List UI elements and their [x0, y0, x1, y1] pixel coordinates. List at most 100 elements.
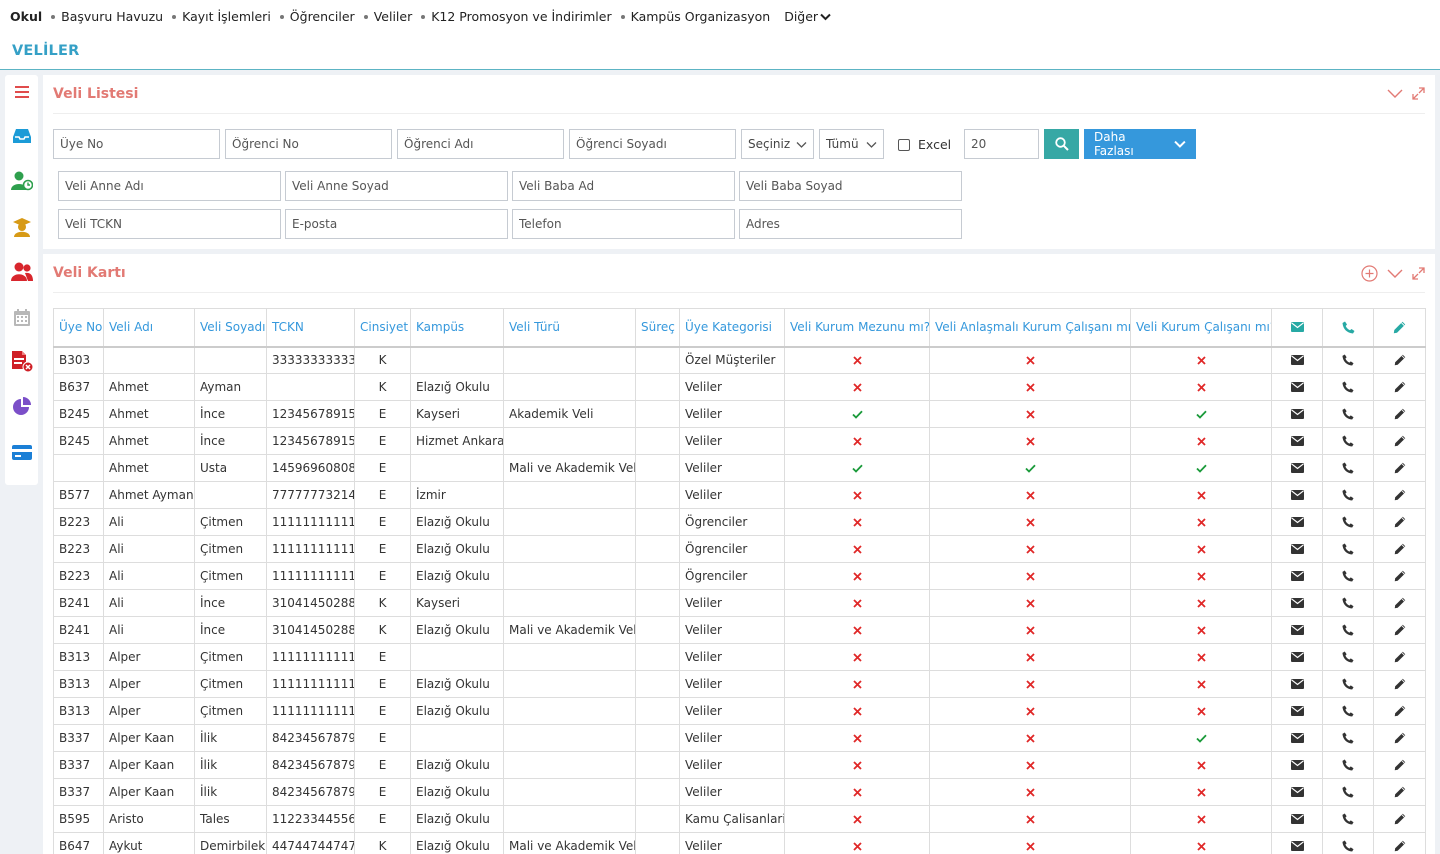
edit-action[interactable] [1373, 481, 1426, 509]
phone-action[interactable] [1322, 427, 1374, 455]
edit-action[interactable] [1373, 454, 1426, 482]
table-row[interactable]: B313 Alper Çitmen 11111111111 E Elazığ Okulu V… [53, 697, 1426, 725]
email-action[interactable] [1271, 832, 1323, 854]
pie-chart-icon[interactable] [5, 394, 38, 418]
phone-action[interactable] [1322, 346, 1374, 374]
phone-action[interactable] [1322, 400, 1374, 428]
page-size-input[interactable] [964, 129, 1039, 159]
edit-action[interactable] [1373, 427, 1426, 455]
fullscreen-icon[interactable] [1412, 267, 1425, 280]
card-icon[interactable] [5, 440, 38, 464]
email-action[interactable] [1271, 346, 1323, 374]
col-anlasmali-kurum[interactable]: Veli Anlaşmalı Kurum Çalışanı mı? [929, 308, 1131, 348]
phone-action[interactable] [1322, 454, 1374, 482]
col-uye-no[interactable]: Üye No [53, 308, 104, 348]
phone-action[interactable] [1322, 724, 1374, 752]
user-clock-icon[interactable] [5, 169, 38, 193]
col-uye-kategorisi[interactable]: Üye Kategorisi [679, 308, 785, 348]
table-row[interactable]: B313 Alper Çitmen 11111111111 E Veliler [53, 643, 1426, 671]
edit-action[interactable] [1373, 346, 1426, 374]
table-row[interactable]: B313 Alper Çitmen 11111111111 E Elazığ Okulu V… [53, 670, 1426, 698]
nav-item-k12[interactable]: K12 Promosyon ve İndirimler [431, 9, 611, 24]
phone-action[interactable] [1322, 832, 1374, 854]
table-row[interactable]: B223 Ali Çitmen 11111111111 E Elazığ Okulu Ögr… [53, 562, 1426, 590]
graduate-icon[interactable] [5, 215, 38, 239]
edit-action[interactable] [1373, 643, 1426, 671]
edit-action[interactable] [1373, 373, 1426, 401]
phone-action[interactable] [1322, 751, 1374, 779]
col-veli-soyadi[interactable]: Veli Soyadı [194, 308, 267, 348]
table-row[interactable]: B245 Ahmet İnce 12345678915 E Kayseri Akademik… [53, 400, 1426, 428]
email-action[interactable] [1271, 670, 1323, 698]
nav-item-kampus[interactable]: Kampüs Organizasyon [631, 9, 771, 24]
phone-action[interactable] [1322, 373, 1374, 401]
collapse-icon[interactable] [1387, 269, 1403, 279]
email-action[interactable] [1271, 373, 1323, 401]
email-action[interactable] [1271, 508, 1323, 536]
menu-icon[interactable] [5, 80, 38, 104]
phone-action[interactable] [1322, 508, 1374, 536]
phone-action[interactable] [1322, 643, 1374, 671]
table-row[interactable]: B577 Ahmet Ayman 77777773214 E İzmir Veliler [53, 481, 1426, 509]
add-circle-icon[interactable] [1361, 265, 1378, 282]
excel-checkbox[interactable]: Excel [898, 137, 951, 152]
col-cinsiyet[interactable]: Cinsiyet [354, 308, 411, 348]
nav-item-kayit[interactable]: Kayıt İşlemleri [182, 9, 271, 24]
edit-action[interactable] [1373, 832, 1426, 854]
edit-action[interactable] [1373, 508, 1426, 536]
table-row[interactable]: B647 Aykut Demirbilek 44744744747 K Elazığ Ok… [53, 832, 1426, 854]
col-kampus[interactable]: Kampüs [410, 308, 504, 348]
adres-input[interactable] [739, 209, 962, 239]
col-veli-turu[interactable]: Veli Türü [503, 308, 636, 348]
table-row[interactable]: B337 Alper Kaan İlik 84234567879 E Elazığ Oku… [53, 778, 1426, 806]
veli-baba-soyad-input[interactable] [739, 171, 962, 201]
ogrenci-soyadi-input[interactable] [569, 129, 736, 159]
inbox-icon[interactable] [5, 124, 38, 148]
ogrenci-adi-input[interactable] [397, 129, 564, 159]
table-row[interactable]: B245 Ahmet İnce 12345678915 E Hizmet Ankara Ve… [53, 427, 1426, 455]
phone-action[interactable] [1322, 535, 1374, 563]
more-filters-button[interactable]: Daha Fazlası [1084, 129, 1196, 159]
nav-brand[interactable]: Okul [10, 9, 42, 24]
veli-anne-adi-input[interactable] [58, 171, 281, 201]
table-row[interactable]: B223 Ali Çitmen 11111111111 E Elazığ Okulu Ögr… [53, 508, 1426, 536]
email-action[interactable] [1271, 427, 1323, 455]
edit-action[interactable] [1373, 400, 1426, 428]
phone-action[interactable] [1322, 778, 1374, 806]
uye-no-input[interactable] [53, 129, 220, 159]
table-row[interactable]: B595 Aristo Tales 11223344556 E Elazığ Okulu K… [53, 805, 1426, 833]
table-row[interactable]: B337 Alper Kaan İlik 84234567879 E Veliler [53, 724, 1426, 752]
email-action[interactable] [1271, 724, 1323, 752]
ogrenci-no-input[interactable] [225, 129, 392, 159]
nav-more-dropdown[interactable]: Diğer [784, 9, 831, 24]
edit-action[interactable] [1373, 562, 1426, 590]
table-row[interactable]: B241 Ali İnce 31041450288 K Elazığ Okulu Mali … [53, 616, 1426, 644]
edit-action[interactable] [1373, 670, 1426, 698]
veli-anne-soyad-input[interactable] [285, 171, 508, 201]
table-row[interactable]: B223 Ali Çitmen 11111111111 E Elazığ Okulu Ögr… [53, 535, 1426, 563]
veli-baba-ad-input[interactable] [512, 171, 735, 201]
email-action[interactable] [1271, 778, 1323, 806]
email-action[interactable] [1271, 589, 1323, 617]
email-action[interactable] [1271, 481, 1323, 509]
edit-action[interactable] [1373, 589, 1426, 617]
calendar-icon[interactable] [5, 305, 38, 329]
phone-action[interactable] [1322, 589, 1374, 617]
eposta-input[interactable] [285, 209, 508, 239]
phone-action[interactable] [1322, 616, 1374, 644]
email-action[interactable] [1271, 562, 1323, 590]
edit-action[interactable] [1373, 697, 1426, 725]
excel-checkbox-box[interactable] [898, 138, 910, 151]
email-action[interactable] [1271, 454, 1323, 482]
email-action[interactable] [1271, 697, 1323, 725]
email-action[interactable] [1271, 751, 1323, 779]
table-row[interactable]: B241 Ali İnce 31041450288 K Kayseri Veliler [53, 589, 1426, 617]
email-action[interactable] [1271, 400, 1323, 428]
collapse-icon[interactable] [1387, 89, 1403, 99]
email-action[interactable] [1271, 805, 1323, 833]
search-button[interactable] [1044, 129, 1079, 159]
phone-action[interactable] [1322, 670, 1374, 698]
nav-item-basvuru[interactable]: Başvuru Havuzu [61, 9, 163, 24]
edit-action[interactable] [1373, 805, 1426, 833]
table-row[interactable]: B637 Ahmet Ayman K Elazığ Okulu Veliler [53, 373, 1426, 401]
